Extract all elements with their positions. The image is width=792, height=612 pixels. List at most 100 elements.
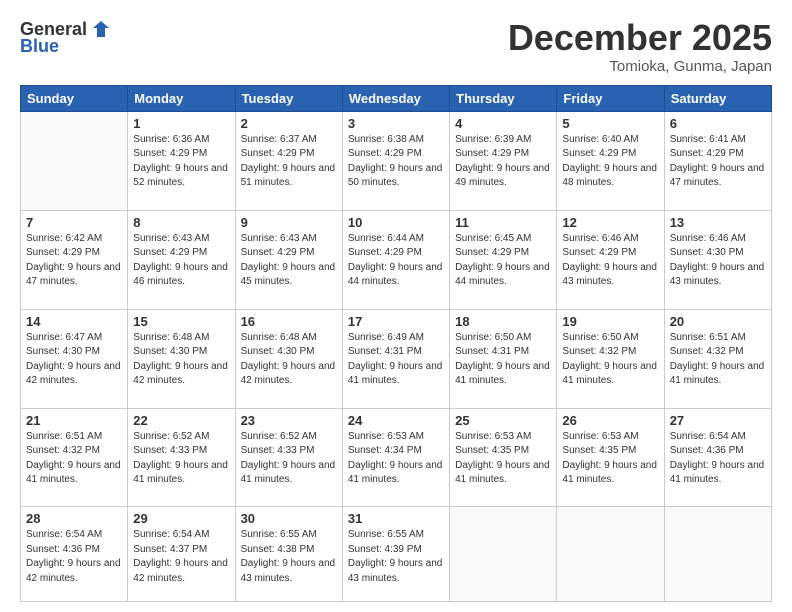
table-row: 18Sunrise: 6:50 AMSunset: 4:31 PMDayligh… [450,309,557,408]
day-info: Sunrise: 6:48 AMSunset: 4:30 PMDaylight:… [133,331,229,389]
day-info: Sunrise: 6:54 AMSunset: 4:36 PMDaylight:… [670,430,766,488]
day-number: 29 [133,511,229,526]
table-row: 31 Sunrise: 6:55 AMSunset: 4:39 PMDayligh… [342,507,449,602]
day-number: 4 [455,116,551,131]
day-info: Sunrise: 6:53 AMSunset: 4:34 PMDaylight:… [348,430,444,488]
day-number: 24 [348,413,444,428]
table-row: 2 Sunrise: 6:37 AMSunset: 4:29 PMDaylight… [235,111,342,210]
day-info: Sunrise: 6:55 AMSunset: 4:39 PMDaylight:… [348,528,444,586]
table-row: 1Sunrise: 6:36 AMSunset: 4:29 PMDaylight… [128,111,235,210]
col-thursday: Thursday [450,85,557,111]
table-row: 16Sunrise: 6:48 AMSunset: 4:30 PMDayligh… [235,309,342,408]
logo: General Blue [20,18,113,57]
table-row: 19 Sunrise: 6:50 AMSunset: 4:32 PMDayligh… [557,309,664,408]
table-row: 6 Sunrise: 6:41 AMSunset: 4:29 PMDaylight… [664,111,771,210]
day-number: 11 [455,215,551,230]
table-row: 5Sunrise: 6:40 AMSunset: 4:29 PMDaylight… [557,111,664,210]
col-monday: Monday [128,85,235,111]
logo-blue-text: Blue [20,36,59,57]
table-row: 30 Sunrise: 6:55 AMSunset: 4:38 PMDayligh… [235,507,342,602]
day-info: Sunrise: 6:39 AMSunset: 4:29 PMDaylight:… [455,133,551,191]
calendar-week-row: 28Sunrise: 6:54 AMSunset: 4:36 PMDayligh… [21,507,772,602]
day-number: 7 [26,215,122,230]
day-info: Sunrise: 6:44 AMSunset: 4:29 PMDaylight:… [348,232,444,290]
table-row [450,507,557,602]
calendar-table: Sunday Monday Tuesday Wednesday Thursday… [20,85,772,602]
calendar-week-row: 1Sunrise: 6:36 AMSunset: 4:29 PMDaylight… [21,111,772,210]
day-info: Sunrise: 6:51 AMSunset: 4:32 PMDaylight:… [26,430,122,488]
day-info: Sunrise: 6:50 AMSunset: 4:31 PMDaylight:… [455,331,551,389]
day-number: 6 [670,116,766,131]
table-row: 24 Sunrise: 6:53 AMSunset: 4:34 PMDayligh… [342,408,449,507]
day-number: 30 [241,511,337,526]
table-row: 20Sunrise: 6:51 AMSunset: 4:32 PMDayligh… [664,309,771,408]
location: Tomioka, Gunma, Japan [508,58,772,75]
table-row: 26 Sunrise: 6:53 AMSunset: 4:35 PMDayligh… [557,408,664,507]
day-info: Sunrise: 6:54 AMSunset: 4:36 PMDaylight:… [26,528,122,586]
day-info: Sunrise: 6:52 AMSunset: 4:33 PMDaylight:… [133,430,229,488]
day-number: 2 [241,116,337,131]
day-number: 13 [670,215,766,230]
day-info: Sunrise: 6:46 AMSunset: 4:30 PMDaylight:… [670,232,766,290]
day-number: 5 [562,116,658,131]
page: General Blue December 2025 Tomioka, Gunm… [0,0,792,612]
table-row: 29 Sunrise: 6:54 AMSunset: 4:37 PMDayligh… [128,507,235,602]
table-row: 10 Sunrise: 6:44 AMSunset: 4:29 PMDayligh… [342,210,449,309]
day-info: Sunrise: 6:55 AMSunset: 4:38 PMDaylight:… [241,528,337,586]
day-number: 27 [670,413,766,428]
day-info: Sunrise: 6:38 AMSunset: 4:29 PMDaylight:… [348,133,444,191]
day-number: 23 [241,413,337,428]
table-row: 12 Sunrise: 6:46 AMSunset: 4:29 PMDayligh… [557,210,664,309]
day-info: Sunrise: 6:36 AMSunset: 4:29 PMDaylight:… [133,133,229,191]
table-row: 7 Sunrise: 6:42 AMSunset: 4:29 PMDaylight… [21,210,128,309]
day-info: Sunrise: 6:37 AMSunset: 4:29 PMDaylight:… [241,133,337,191]
calendar-week-row: 7 Sunrise: 6:42 AMSunset: 4:29 PMDaylight… [21,210,772,309]
day-info: Sunrise: 6:48 AMSunset: 4:30 PMDaylight:… [241,331,337,389]
day-number: 8 [133,215,229,230]
day-info: Sunrise: 6:43 AMSunset: 4:29 PMDaylight:… [133,232,229,290]
col-wednesday: Wednesday [342,85,449,111]
day-info: Sunrise: 6:53 AMSunset: 4:35 PMDaylight:… [562,430,658,488]
col-friday: Friday [557,85,664,111]
calendar-week-row: 21 Sunrise: 6:51 AMSunset: 4:32 PMDayligh… [21,408,772,507]
table-row: 13 Sunrise: 6:46 AMSunset: 4:30 PMDayligh… [664,210,771,309]
day-number: 3 [348,116,444,131]
day-number: 19 [562,314,658,329]
day-number: 21 [26,413,122,428]
day-info: Sunrise: 6:45 AMSunset: 4:29 PMDaylight:… [455,232,551,290]
day-number: 12 [562,215,658,230]
col-sunday: Sunday [21,85,128,111]
table-row: 15 Sunrise: 6:48 AMSunset: 4:30 PMDayligh… [128,309,235,408]
day-number: 31 [348,511,444,526]
day-number: 9 [241,215,337,230]
table-row: 22Sunrise: 6:52 AMSunset: 4:33 PMDayligh… [128,408,235,507]
day-info: Sunrise: 6:46 AMSunset: 4:29 PMDaylight:… [562,232,658,290]
day-info: Sunrise: 6:47 AMSunset: 4:30 PMDaylight:… [26,331,122,389]
table-row: 23 Sunrise: 6:52 AMSunset: 4:33 PMDayligh… [235,408,342,507]
logo-icon [90,18,112,40]
day-info: Sunrise: 6:43 AMSunset: 4:29 PMDaylight:… [241,232,337,290]
col-saturday: Saturday [664,85,771,111]
table-row: 3 Sunrise: 6:38 AMSunset: 4:29 PMDaylight… [342,111,449,210]
calendar-header-row: Sunday Monday Tuesday Wednesday Thursday… [21,85,772,111]
table-row: 28Sunrise: 6:54 AMSunset: 4:36 PMDayligh… [21,507,128,602]
col-tuesday: Tuesday [235,85,342,111]
table-row: 14Sunrise: 6:47 AMSunset: 4:30 PMDayligh… [21,309,128,408]
table-row: 21 Sunrise: 6:51 AMSunset: 4:32 PMDayligh… [21,408,128,507]
table-row [21,111,128,210]
header: General Blue December 2025 Tomioka, Gunm… [20,18,772,75]
table-row: 17Sunrise: 6:49 AMSunset: 4:31 PMDayligh… [342,309,449,408]
day-info: Sunrise: 6:52 AMSunset: 4:33 PMDaylight:… [241,430,337,488]
day-number: 15 [133,314,229,329]
day-info: Sunrise: 6:41 AMSunset: 4:29 PMDaylight:… [670,133,766,191]
table-row: 8 Sunrise: 6:43 AMSunset: 4:29 PMDaylight… [128,210,235,309]
day-number: 10 [348,215,444,230]
day-number: 26 [562,413,658,428]
day-info: Sunrise: 6:53 AMSunset: 4:35 PMDaylight:… [455,430,551,488]
table-row: 27 Sunrise: 6:54 AMSunset: 4:36 PMDayligh… [664,408,771,507]
day-info: Sunrise: 6:50 AMSunset: 4:32 PMDaylight:… [562,331,658,389]
day-number: 17 [348,314,444,329]
day-info: Sunrise: 6:42 AMSunset: 4:29 PMDaylight:… [26,232,122,290]
title-block: December 2025 Tomioka, Gunma, Japan [508,18,772,75]
day-info: Sunrise: 6:54 AMSunset: 4:37 PMDaylight:… [133,528,229,586]
